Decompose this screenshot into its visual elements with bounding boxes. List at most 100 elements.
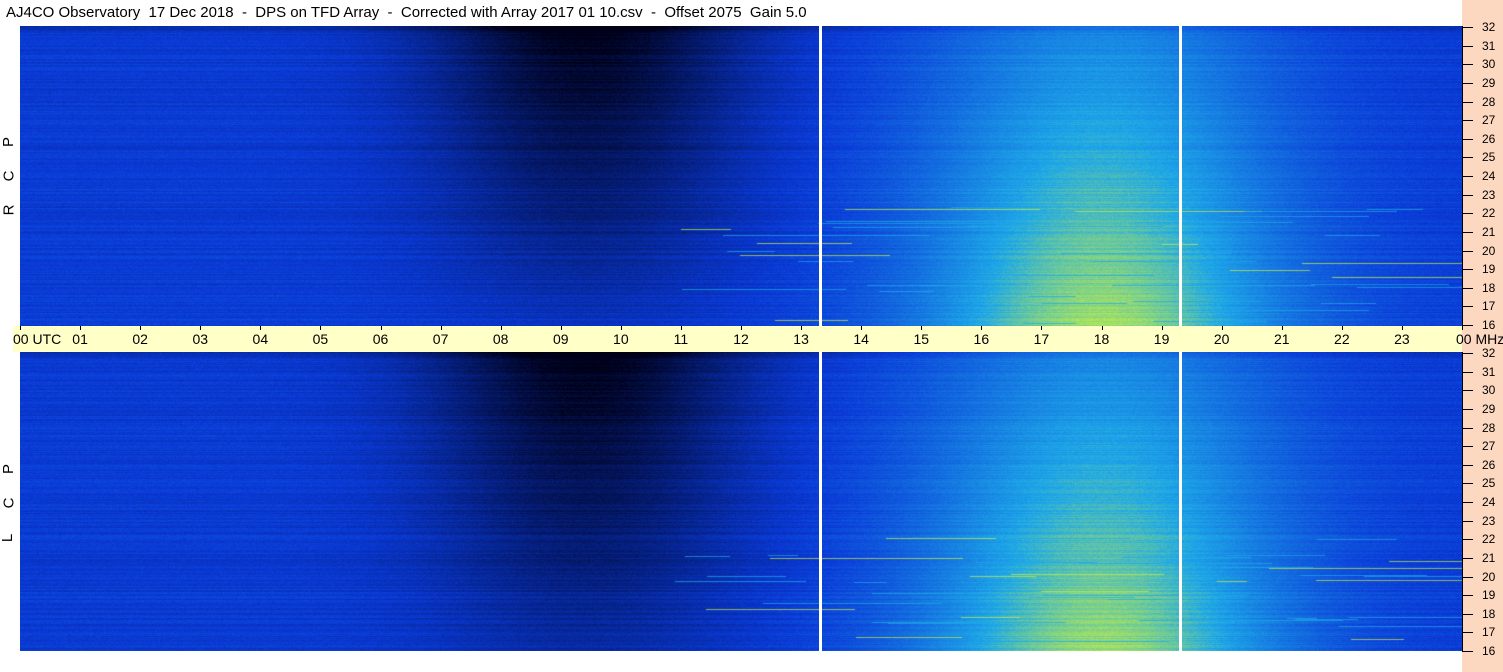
time-tick-label: 00 UTC <box>13 331 62 347</box>
frequency-tick-mark <box>1463 539 1473 541</box>
frequency-tick-mark <box>1463 64 1473 66</box>
frequency-tick-label: 23 <box>1482 513 1496 528</box>
time-tick-mark <box>921 326 923 330</box>
frequency-tick-mark <box>1463 408 1473 410</box>
frequency-tick-label: 16 <box>1482 644 1496 658</box>
polarization-letter: P <box>0 136 18 148</box>
frequency-tick-mark <box>1463 632 1473 634</box>
frequency-tick-label: 26 <box>1482 131 1496 146</box>
frequency-tick-mark <box>1463 613 1473 615</box>
frequency-tick-mark <box>1463 194 1473 196</box>
frequency-tick-mark <box>1463 120 1473 122</box>
frequency-tick-mark <box>1463 520 1473 522</box>
frequency-tick-mark <box>1463 390 1473 392</box>
lcp-spectrogram <box>20 352 1462 651</box>
rcp-spectrogram <box>20 26 1462 326</box>
time-tick-label: 12 <box>733 331 749 347</box>
frequency-tick-label: 23 <box>1482 187 1496 202</box>
frequency-tick-label: 28 <box>1482 420 1496 435</box>
lcp-spectrogram-canvas <box>20 352 1462 651</box>
frequency-tick-label: 25 <box>1482 476 1496 491</box>
frequency-tick-label: 32 <box>1482 20 1496 34</box>
frequency-tick-label: 30 <box>1482 57 1496 72</box>
time-tick-label: 14 <box>853 331 869 347</box>
frequency-tick-label: 24 <box>1482 169 1496 183</box>
time-tick-mark <box>861 326 863 330</box>
frequency-tick-label: 31 <box>1482 38 1496 53</box>
frequency-tick-mark <box>1463 446 1473 448</box>
time-tick-mark <box>80 326 82 330</box>
frequency-tick-label: 25 <box>1482 150 1496 165</box>
frequency-tick-label: 21 <box>1482 550 1496 565</box>
polarization-letter: P <box>0 463 18 475</box>
time-tick-mark <box>1161 326 1163 330</box>
time-tick-mark <box>1101 326 1103 330</box>
time-marker-line <box>819 26 823 326</box>
frequency-tick-label: 18 <box>1482 280 1496 295</box>
polarization-letter: C <box>0 497 18 509</box>
frequency-tick-mark <box>1463 82 1473 84</box>
frequency-tick-label: 19 <box>1482 588 1496 603</box>
time-tick-label: 08 <box>492 331 509 347</box>
time-tick-mark <box>440 326 442 330</box>
frequency-tick-mark <box>1463 287 1473 289</box>
time-tick-label: 11 <box>673 331 689 347</box>
time-tick-mark <box>1341 326 1343 330</box>
time-tick-label: 22 <box>1334 331 1350 347</box>
time-tick-label: 18 <box>1093 331 1110 347</box>
frequency-tick-mark <box>1463 45 1473 47</box>
time-tick-label: 19 <box>1153 331 1170 347</box>
time-tick-mark <box>1221 326 1223 330</box>
frequency-tick-mark <box>1463 138 1473 140</box>
frequency-tick-mark <box>1463 157 1473 159</box>
time-tick-mark <box>260 326 262 330</box>
time-tick-mark <box>1041 326 1043 330</box>
chart-title: AJ4CO Observatory 17 Dec 2018 - DPS on T… <box>6 4 807 21</box>
time-tick-mark <box>1281 326 1283 330</box>
frequency-tick-mark <box>1463 176 1473 177</box>
frequency-tick-label: 22 <box>1482 532 1496 547</box>
frequency-tick-label: 27 <box>1482 113 1496 128</box>
frequency-tick-label: 16 <box>1482 318 1496 332</box>
time-tick-mark <box>380 326 382 330</box>
frequency-tick-label: 29 <box>1482 75 1496 90</box>
frequency-tick-label: 26 <box>1482 457 1496 472</box>
frequency-tick-mark <box>1463 269 1473 271</box>
frequency-tick-mark <box>1463 557 1473 559</box>
frequency-tick-label: 31 <box>1482 364 1496 379</box>
frequency-tick-mark <box>1463 250 1473 252</box>
time-tick-label: 03 <box>192 331 209 347</box>
frequency-tick-mark <box>1463 576 1473 578</box>
rcp-frequency-axis: 32 31 30 29 28 27 26 25 24 23 22 21 20 19 18 17 16 <box>1462 21 1503 331</box>
time-tick-label: 07 <box>432 331 449 347</box>
time-tick-mark <box>801 326 803 330</box>
time-marker-line <box>1178 352 1182 651</box>
frequency-tick-mark <box>1463 325 1473 326</box>
frequency-tick-label: 27 <box>1482 439 1496 454</box>
time-tick-label: 13 <box>793 331 809 347</box>
frequency-tick-mark <box>1463 101 1473 103</box>
frequency-tick-mark <box>1463 27 1473 28</box>
time-tick-mark <box>1401 326 1403 330</box>
frequency-tick-mark <box>1463 306 1473 308</box>
polarization-letter: L <box>0 533 17 543</box>
frequency-tick-label: 20 <box>1482 243 1496 258</box>
frequency-tick-mark <box>1463 353 1473 354</box>
frequency-tick-label: 30 <box>1482 383 1496 398</box>
time-tick-mark <box>500 326 502 330</box>
frequency-tick-mark <box>1463 483 1473 485</box>
frequency-tick-label: 28 <box>1482 94 1496 109</box>
time-tick-mark <box>620 326 622 330</box>
time-tick-label: 21 <box>1273 331 1290 347</box>
time-tick-mark <box>140 326 142 330</box>
time-tick-mark <box>741 326 742 330</box>
time-marker-line <box>1178 26 1182 326</box>
time-marker-line <box>819 352 823 651</box>
frequency-tick-label: 24 <box>1482 495 1496 509</box>
frequency-tick-mark <box>1463 502 1473 503</box>
time-tick-mark <box>20 326 21 330</box>
frequency-tick-label: 18 <box>1482 606 1496 621</box>
polarization-letter: R <box>0 204 18 216</box>
frequency-tick-label: 21 <box>1482 224 1496 239</box>
frequency-tick-label: 22 <box>1482 206 1496 221</box>
